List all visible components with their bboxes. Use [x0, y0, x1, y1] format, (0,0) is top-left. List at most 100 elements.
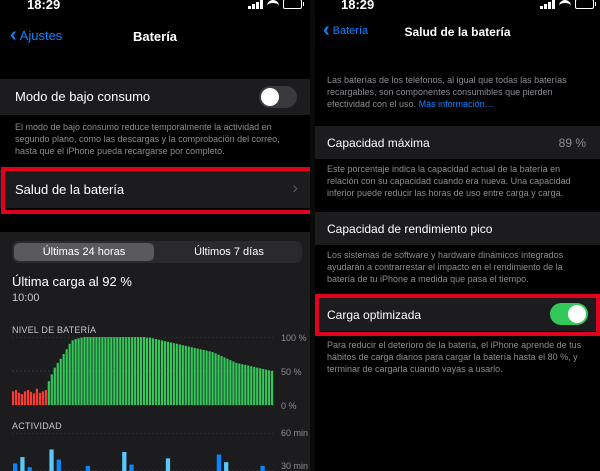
battery-bar [211, 351, 214, 405]
battery-bar [190, 347, 193, 405]
battery-bar [223, 357, 226, 405]
low-power-row: Modo de bajo consumo [0, 79, 310, 115]
battery-bar [125, 337, 128, 405]
battery-bar [86, 337, 89, 405]
battery-bar [160, 340, 164, 405]
battery-level-chart [12, 337, 274, 406]
battery-bar [229, 360, 232, 405]
battery-bar [259, 368, 262, 405]
optimized-charging-label: Carga optimizada [327, 308, 422, 322]
battery-icon [283, 0, 304, 9]
battery-bar [250, 366, 253, 405]
battery-bar [101, 337, 104, 405]
page-title: Salud de la batería [404, 25, 511, 39]
battery-bar [107, 337, 110, 405]
battery-tick-50: 50 % [281, 367, 302, 377]
battery-bar [253, 366, 256, 405]
max-capacity-note: Este porcentaje indica la capacidad actu… [327, 164, 571, 198]
battery-bar [77, 338, 80, 405]
low-power-footnote: El modo de bajo consumo reduce temporalm… [15, 122, 280, 156]
battery-bar [44, 390, 47, 405]
activity-bar [216, 454, 222, 471]
battery-bar [29, 392, 33, 405]
status-bar: 18:29 [315, 0, 600, 12]
battery-bar [208, 351, 211, 405]
intro-text: Las baterías de los teléfonos, al igual … [327, 75, 567, 109]
battery-bar [137, 337, 140, 405]
activity-bar [129, 464, 134, 471]
battery-health-row[interactable]: Salud de la batería › [0, 170, 310, 208]
nav-bar: ‹ Ajustes Batería [0, 25, 310, 50]
optimized-charging-toggle[interactable] [550, 303, 588, 325]
battery-bar [241, 364, 244, 405]
battery-bar [145, 337, 149, 405]
battery-bar [175, 343, 178, 405]
battery-bar [17, 392, 21, 405]
page-title: Batería [132, 29, 178, 44]
status-time: 18:29 [27, 0, 61, 12]
peak-performance-row: Capacidad de rendimiento pico [315, 212, 600, 245]
optimized-charging-row: Carga optimizada [315, 298, 600, 331]
battery-health-screen: 18:29 ‹ Batería Salud de la batería Las … [315, 0, 600, 471]
peak-performance-note: Los sistemas de software y hardware diná… [327, 250, 564, 284]
battery-bar [199, 349, 202, 405]
activity-bar [27, 467, 32, 471]
battery-bar [184, 345, 187, 405]
battery-bar [32, 393, 36, 405]
battery-bar [12, 391, 15, 405]
max-capacity-label: Capacidad máxima [327, 136, 430, 150]
activity-chart-label: ACTIVIDAD [12, 421, 62, 431]
last-charge-title: Última carga al 92 % [12, 274, 132, 289]
battery-bar [113, 337, 116, 405]
battery-bar [271, 371, 274, 405]
battery-bar [157, 339, 161, 405]
battery-bar [104, 337, 107, 405]
battery-bar [238, 363, 241, 405]
tab-last-24h[interactable]: Últimas 24 horas [14, 243, 154, 261]
battery-bar [50, 374, 53, 405]
battery-bar [92, 337, 95, 405]
battery-bar [232, 361, 235, 405]
battery-settings-screen: 18:29 ‹ Ajustes Batería Modo de bajo con… [0, 0, 310, 471]
battery-bar [256, 367, 259, 405]
activity-bar [13, 463, 18, 471]
status-time: 18:29 [341, 0, 375, 12]
battery-bar [41, 391, 44, 405]
battery-tick-0: 0 % [281, 401, 297, 411]
battery-bar [163, 341, 167, 405]
battery-bar [205, 350, 208, 405]
battery-bar [47, 381, 50, 405]
activity-chart [12, 433, 274, 471]
battery-bar [71, 340, 74, 405]
wifi-icon [267, 0, 279, 9]
activity-bar [122, 452, 127, 471]
chevron-right-icon: › [292, 178, 298, 197]
tab-last-7d[interactable]: Últimos 7 días [156, 243, 302, 261]
battery-bar [220, 356, 223, 405]
battery-bar [226, 358, 229, 405]
max-capacity-value: 89 % [558, 136, 586, 150]
battery-bar [83, 337, 86, 405]
activity-bar [224, 462, 229, 471]
battery-bar [56, 362, 59, 405]
max-capacity-row: Capacidad máxima 89 % [315, 126, 600, 159]
activity-tick-30: 30 min [281, 461, 309, 471]
battery-bar [98, 337, 101, 405]
battery-bar [14, 390, 18, 405]
battery-bar [235, 362, 238, 405]
more-info-link[interactable]: Más información… [419, 99, 494, 109]
battery-bar [262, 368, 265, 405]
battery-bar [62, 354, 65, 405]
battery-bar [217, 354, 220, 405]
low-power-label: Modo de bajo consumo [15, 89, 151, 104]
battery-bar [95, 337, 98, 405]
battery-bar [131, 337, 134, 405]
battery-bar [53, 367, 56, 405]
battery-bar [26, 390, 30, 405]
time-range-selector: Últimas 24 horas Últimos 7 días [12, 241, 302, 263]
battery-bar [122, 337, 125, 405]
battery-bar [172, 343, 175, 405]
battery-bar [116, 337, 119, 405]
battery-bar [181, 345, 184, 405]
low-power-toggle[interactable] [259, 86, 297, 108]
